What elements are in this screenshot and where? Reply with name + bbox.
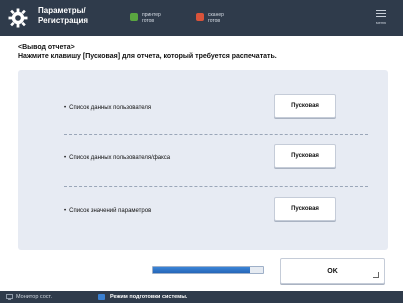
scanner-status: сканер готов bbox=[208, 12, 224, 24]
page-heading: <Вывод отчета> Нажмите клавишу [Пусковая… bbox=[18, 43, 277, 61]
status-monitor-label[interactable]: Монитор сост. bbox=[16, 293, 52, 301]
ok-button[interactable]: OK bbox=[280, 258, 385, 284]
report-label-user-fax-data: Список данных пользователя/факса bbox=[64, 154, 170, 162]
app-title-line2: Регистрация bbox=[38, 16, 89, 25]
ok-button-label: OK bbox=[327, 267, 338, 275]
printer-status-icon bbox=[130, 13, 138, 21]
report-row-settings-values: Список значений параметров Пусковая bbox=[64, 197, 368, 255]
top-bar: Параметры/ Регистрация принтер готов ска… bbox=[0, 0, 403, 36]
bottom-status-bar: Монитор сост. Режим подготовки системы. bbox=[0, 291, 403, 303]
progress-fill bbox=[153, 267, 250, 273]
page-title: <Вывод отчета> bbox=[18, 44, 75, 51]
report-list-panel: Список данных пользователя Пусковая Спис… bbox=[18, 70, 388, 250]
message-icon bbox=[98, 294, 105, 300]
progress-bar bbox=[152, 266, 264, 274]
printer-status: принтер готов bbox=[142, 12, 161, 24]
app-title: Параметры/ Регистрация bbox=[38, 6, 88, 26]
scanner-status-line2: готов bbox=[208, 18, 221, 24]
report-row-user-fax-data: Список данных пользователя/факса Пускова… bbox=[64, 144, 368, 202]
report-label-settings-values: Список значений параметров bbox=[64, 207, 151, 215]
menu-button[interactable]: меню bbox=[370, 8, 392, 28]
row-divider bbox=[64, 186, 368, 187]
app-title-line1: Параметры/ bbox=[38, 6, 86, 15]
scanner-status-icon bbox=[196, 13, 204, 21]
system-message: Режим подготовки системы. bbox=[110, 294, 188, 300]
printer-status-line2: готов bbox=[142, 18, 155, 24]
row-divider bbox=[64, 134, 368, 135]
print-user-data-button[interactable]: Пусковая bbox=[274, 94, 336, 118]
report-label-user-data: Список данных пользователя bbox=[64, 104, 151, 112]
menu-icon bbox=[376, 10, 386, 11]
menu-label: меню bbox=[375, 20, 387, 25]
monitor-icon[interactable] bbox=[6, 294, 13, 300]
corner-arrow-icon bbox=[373, 272, 379, 278]
gear-icon[interactable] bbox=[8, 8, 28, 28]
print-settings-values-button[interactable]: Пусковая bbox=[274, 197, 336, 221]
print-user-fax-data-button[interactable]: Пусковая bbox=[274, 144, 336, 168]
page-instruction: Нажмите клавишу [Пусковая] для отчета, к… bbox=[18, 53, 277, 60]
